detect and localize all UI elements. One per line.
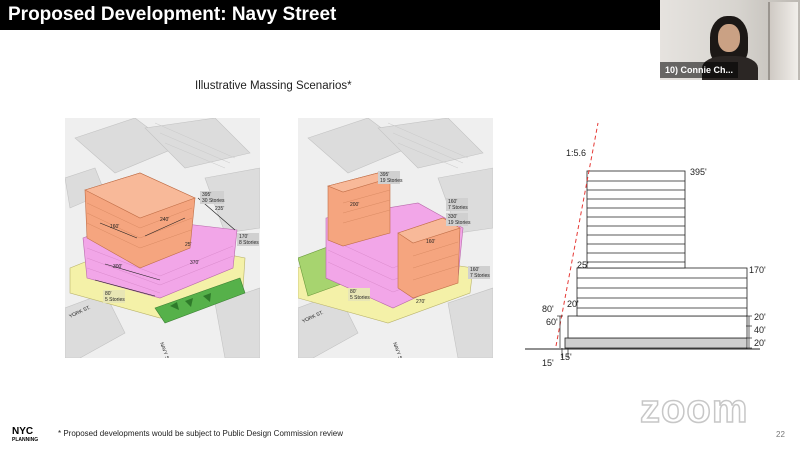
slope-ratio-label: 1:5.6 — [566, 148, 586, 158]
footnote: * Proposed developments would be subject… — [58, 429, 344, 438]
scenario-a-label: 240' — [160, 217, 169, 223]
scenario-b-label: 7 Stories — [448, 205, 468, 211]
scenario-a-label: 5 Stories — [105, 297, 125, 303]
scenario-b-label: 160' — [426, 239, 435, 245]
participant-name: 10) Connie Ch... — [660, 62, 739, 78]
video-background-door — [768, 2, 798, 80]
scenario-b-label: 200' — [350, 202, 359, 208]
scenario-b-label: 7 Stories — [470, 273, 490, 279]
height-label-60: 60' — [546, 317, 558, 327]
scenario-a-label: 30 Stories — [202, 198, 225, 204]
scenario-a-label: 160' — [110, 224, 119, 230]
width-label-15-right: 15' — [560, 352, 572, 362]
setback-label-20: 20' — [567, 299, 579, 309]
massing-scenario-a-image: 395' 30 Stories 170' 8 Stories 80' 5 Sto… — [65, 118, 260, 358]
nyc-planning-logo: NYC PLANNING — [11, 424, 47, 444]
zoom-watermark: zoom — [639, 386, 749, 432]
participant-face — [718, 24, 740, 52]
width-label-15-left: 15' — [542, 358, 554, 368]
height-label-40: 40' — [754, 325, 766, 335]
scenario-a-label: 8 Stories — [239, 240, 259, 246]
building-section-diagram: 1:5.6 395' 25' 170' 80' 20' 60' 20' 40' … — [520, 118, 780, 378]
scenario-a-label: 300' — [113, 264, 122, 270]
logo-line1: NYC — [12, 426, 33, 437]
height-label-395: 395' — [690, 167, 707, 177]
slide-subtitle: Illustrative Massing Scenarios* — [195, 80, 352, 92]
height-label-170: 170' — [749, 265, 766, 275]
slide-title: Proposed Development: Navy Street — [0, 0, 660, 30]
height-label-80: 80' — [542, 304, 554, 314]
setback-label-25: 25' — [577, 260, 589, 270]
slide-number: 22 — [776, 430, 785, 439]
participant-video-tile[interactable]: 10) Connie Ch... — [660, 0, 800, 80]
height-label-20-upper: 20' — [754, 312, 766, 322]
scenario-a-label: 370' — [190, 260, 199, 266]
scenario-a-label: 235' — [215, 206, 224, 212]
scenario-b-label: 5 Stories — [350, 295, 370, 301]
scenario-b-label: 270' — [416, 299, 425, 305]
logo-line2: PLANNING — [12, 437, 38, 443]
massing-scenario-b-image: 395' 19 Stories 160' 7 Stories 330' 19 S… — [298, 118, 493, 358]
scenario-b-label: 19 Stories — [448, 220, 471, 226]
scenario-b-label: 19 Stories — [380, 178, 403, 184]
scenario-a-label: 25' — [185, 242, 192, 248]
height-label-20-base: 20' — [754, 338, 766, 348]
